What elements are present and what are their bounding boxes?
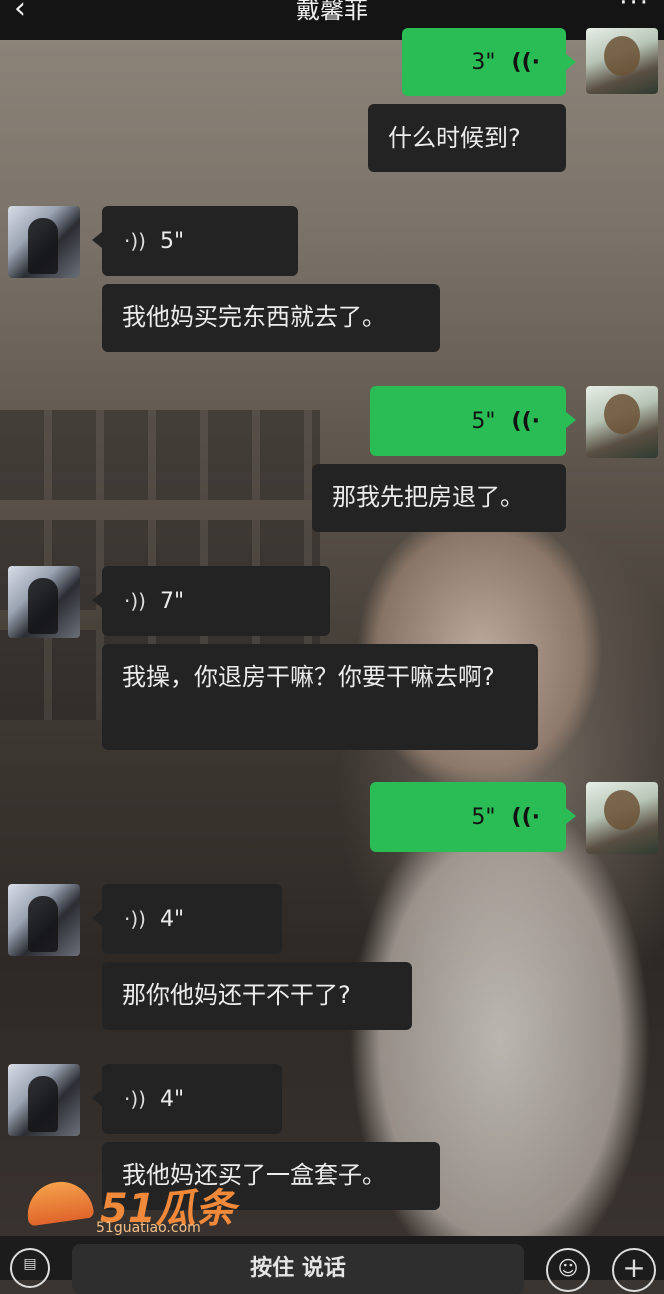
message-text: 我他妈买完东西就去了。 [122, 303, 386, 331]
voice-message-outgoing[interactable]: 3" ((· [402, 28, 576, 96]
my-avatar[interactable] [586, 782, 658, 854]
voice-wave-icon: ((· [511, 408, 540, 434]
voice-wave-icon: ·)) [124, 907, 146, 931]
contact-avatar[interactable] [8, 566, 80, 638]
contact-avatar[interactable] [8, 1064, 80, 1136]
voice-message-incoming[interactable]: ·)) 4" [92, 1064, 282, 1134]
voice-wave-icon: ((· [511, 49, 540, 75]
background-shelf [0, 410, 320, 500]
message-text: 我操，你退房干嘛？你要干嘛去啊? [122, 663, 495, 691]
message-text: 什么时候到? [388, 124, 521, 152]
my-avatar[interactable] [586, 28, 658, 94]
chat-title: 戴馨菲 [296, 0, 368, 24]
contact-avatar[interactable] [8, 884, 80, 956]
voice-duration: 4" [159, 906, 185, 932]
voice-wave-icon: ((· [511, 804, 540, 830]
text-message-outgoing[interactable]: 什么时候到? [368, 104, 566, 172]
voice-message-incoming[interactable]: ·)) 7" [92, 566, 330, 636]
voice-duration: 7" [159, 588, 185, 614]
text-message-outgoing[interactable]: 那我先把房退了。 [312, 464, 566, 532]
more-dots-icon[interactable]: ··· [619, 0, 650, 18]
site-watermark: 51瓜条 51guatiao.com [23, 1177, 236, 1240]
voice-duration: 3" [471, 49, 496, 75]
keyboard-icon[interactable]: ▤ [10, 1248, 50, 1288]
text-message-incoming[interactable]: 我操，你退房干嘛？你要干嘛去啊? [102, 644, 538, 750]
voice-wave-icon: ·)) [124, 589, 146, 613]
voice-message-outgoing[interactable]: 5" ((· [370, 386, 576, 456]
voice-duration: 5" [471, 804, 496, 830]
voice-duration: 5" [159, 228, 185, 254]
plus-icon[interactable]: + [612, 1248, 656, 1292]
chat-background-photo [0, 0, 664, 1280]
hold-to-talk-button[interactable]: 按住 说话 [72, 1244, 524, 1294]
text-message-incoming[interactable]: 那你他妈还干不干了? [102, 962, 412, 1030]
voice-message-incoming[interactable]: ·)) 4" [92, 884, 282, 954]
text-message-incoming[interactable]: 我他妈买完东西就去了。 [102, 284, 440, 352]
voice-wave-icon: ·)) [124, 229, 146, 253]
voice-message-outgoing[interactable]: 5" ((· [370, 782, 576, 852]
watermark-url: 51guatiao.com [96, 1220, 201, 1236]
message-text: 那我先把房退了。 [332, 483, 524, 511]
voice-duration: 5" [471, 408, 496, 434]
contact-avatar[interactable] [8, 206, 80, 278]
message-text: 那你他妈还干不干了? [122, 981, 351, 1009]
watermelon-logo-icon [23, 1177, 95, 1227]
input-bar: ▤ 按住 说话 ☺ + [0, 1236, 664, 1294]
voice-wave-icon: ·)) [124, 1087, 146, 1111]
emoji-icon[interactable]: ☺ [546, 1248, 590, 1292]
my-avatar[interactable] [586, 386, 658, 458]
voice-message-incoming[interactable]: ·)) 5" [92, 206, 298, 276]
voice-duration: 4" [159, 1086, 185, 1112]
